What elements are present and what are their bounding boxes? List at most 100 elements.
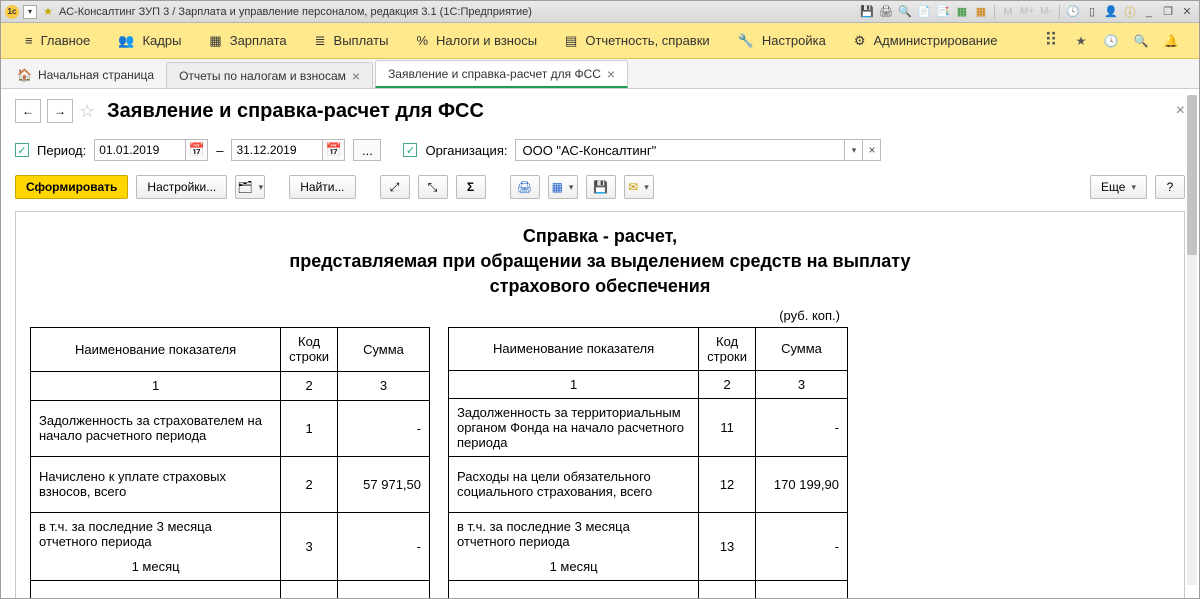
- info-icon[interactable]: ⓘ: [1122, 4, 1138, 20]
- menu-taxes[interactable]: % Налоги и взносы: [402, 23, 551, 58]
- forward-button[interactable]: →: [47, 99, 73, 123]
- apps-icon[interactable]: ⠿: [1041, 31, 1061, 51]
- table-cell: 4: [281, 580, 338, 598]
- copy-icon[interactable]: 📄: [916, 4, 932, 20]
- more-button[interactable]: Еще▾: [1090, 175, 1147, 199]
- period-picker-button[interactable]: ...: [353, 139, 381, 161]
- org-clear-icon[interactable]: ×: [863, 139, 881, 161]
- table-cell: -: [338, 580, 430, 598]
- variants-button[interactable]: 🗂▾: [235, 175, 265, 199]
- print-icon[interactable]: 🖨: [878, 4, 894, 20]
- user-icon[interactable]: 👤: [1103, 4, 1119, 20]
- report-units: (руб. коп.): [30, 308, 850, 323]
- period-checkbox[interactable]: ✓: [15, 143, 29, 157]
- menu-reports[interactable]: ▤Отчетность, справки: [551, 23, 724, 58]
- tab-reports[interactable]: Отчеты по налогам и взносам ×: [166, 62, 373, 88]
- date-from-input[interactable]: 01.01.2019: [94, 139, 186, 161]
- col-name: Наименование показателя: [31, 327, 281, 371]
- expand-button[interactable]: ⤢: [380, 175, 410, 199]
- menu-admin[interactable]: ⚙Администрирование: [840, 23, 1012, 58]
- report-table-right: Наименование показателя Код строки Сумма…: [448, 327, 848, 598]
- table-cell: 2 месяц: [449, 580, 699, 598]
- expand-icon: ⤢: [390, 180, 400, 195]
- menu-main[interactable]: ≡Главное: [11, 23, 104, 58]
- m-minus-icon[interactable]: M-: [1038, 4, 1054, 20]
- collapse-button[interactable]: ⤡: [418, 175, 448, 199]
- tab-close-icon[interactable]: ×: [352, 69, 360, 83]
- save-button[interactable]: 💾: [586, 175, 616, 199]
- sum-button[interactable]: Σ: [456, 175, 486, 199]
- org-checkbox[interactable]: ✓: [403, 143, 417, 157]
- col-sum: Сумма: [756, 327, 848, 370]
- report-area[interactable]: Справка - расчет, представляемая при обр…: [15, 211, 1185, 598]
- people-icon: 👥: [118, 33, 134, 49]
- calendar-to-icon[interactable]: 📅: [323, 139, 345, 161]
- table-cell: -: [756, 512, 848, 580]
- panel-icon[interactable]: ▯: [1084, 4, 1100, 20]
- tab-home[interactable]: 🏠 Начальная страница: [7, 62, 164, 88]
- menu-settings[interactable]: 🔧Настройка: [724, 23, 840, 58]
- compare-icon[interactable]: 📑: [935, 4, 951, 20]
- save-icon[interactable]: 💾: [859, 4, 875, 20]
- settings-button[interactable]: Настройки...: [136, 175, 227, 199]
- back-button[interactable]: ←: [15, 99, 41, 123]
- calc-icon[interactable]: ▦: [954, 4, 970, 20]
- menu-label: Зарплата: [230, 33, 287, 48]
- tab-close-icon[interactable]: ×: [607, 67, 615, 81]
- table-cell: 14: [699, 580, 756, 598]
- dropdown-icon[interactable]: ▾: [23, 5, 37, 19]
- help-button[interactable]: ?: [1155, 175, 1185, 199]
- favorites-icon[interactable]: ★: [1071, 31, 1091, 51]
- table-cell: -: [756, 398, 848, 456]
- scroll-thumb[interactable]: [1187, 95, 1197, 255]
- favorite-page-icon[interactable]: ☆: [79, 101, 95, 122]
- menu-salary[interactable]: ▦Зарплата: [195, 23, 300, 58]
- folder-icon: 🗂: [237, 180, 252, 194]
- form-button[interactable]: Сформировать: [15, 175, 128, 199]
- favorite-icon[interactable]: ★: [41, 5, 55, 19]
- clock-icon[interactable]: 🕓: [1065, 4, 1081, 20]
- date-to-input[interactable]: 31.12.2019: [231, 139, 323, 161]
- find-button[interactable]: Найти...: [289, 175, 355, 199]
- close-window-icon[interactable]: ✕: [1179, 4, 1195, 20]
- col-name: Наименование показателя: [449, 327, 699, 370]
- scrollbar[interactable]: [1187, 95, 1197, 585]
- dash: –: [216, 143, 223, 158]
- m-plus-icon[interactable]: M+: [1019, 4, 1035, 20]
- menu-payments[interactable]: ≣Выплаты: [301, 23, 403, 58]
- bell-icon[interactable]: 🔔: [1161, 31, 1181, 51]
- table-cell: 2: [281, 456, 338, 512]
- table-cell: 13: [699, 512, 756, 580]
- table-cell: Расходы на цели обязательного социальног…: [449, 456, 699, 512]
- tab-label: Отчеты по налогам и взносам: [179, 69, 346, 83]
- table-cell: в т.ч. за последние 3 месяца отчетного п…: [31, 512, 281, 580]
- menu-label: Налоги и взносы: [436, 33, 537, 48]
- table-cell: Начислено к уплате страховых взносов, вс…: [31, 456, 281, 512]
- logo-1c-icon: 1c: [5, 5, 19, 19]
- titlebar: 1c ▾ ★ АС-Консалтинг ЗУП 3 / Зарплата и …: [1, 1, 1199, 23]
- search-icon[interactable]: 🔍: [1131, 31, 1151, 51]
- percent-icon: %: [416, 33, 428, 48]
- menu-personnel[interactable]: 👥Кадры: [104, 23, 195, 58]
- table-icon: ▦: [552, 180, 563, 194]
- close-page-icon[interactable]: ×: [1176, 102, 1185, 120]
- m-icon[interactable]: M: [1000, 4, 1016, 20]
- organization-input[interactable]: ООО "АС-Консалтинг": [515, 139, 845, 161]
- toolbar: Сформировать Настройки... 🗂▾ Найти... ⤢ …: [15, 173, 1185, 201]
- calendar-from-icon[interactable]: 📅: [186, 139, 208, 161]
- print-button[interactable]: 🖨: [510, 175, 540, 199]
- table-cell: -: [338, 400, 430, 456]
- list-icon: ≣: [315, 33, 326, 49]
- history-icon[interactable]: 🕓: [1101, 31, 1121, 51]
- org-dropdown-icon[interactable]: ▾: [845, 139, 863, 161]
- calendar-icon[interactable]: ▦: [973, 4, 989, 20]
- tab-label: Заявление и справка-расчет для ФСС: [388, 67, 601, 81]
- restore-icon[interactable]: ❐: [1160, 4, 1176, 20]
- email-button[interactable]: ✉▾: [624, 175, 654, 199]
- minimize-icon[interactable]: _: [1141, 4, 1157, 20]
- table-cell: 12: [699, 456, 756, 512]
- tables-button[interactable]: ▦▾: [548, 175, 578, 199]
- preview-icon[interactable]: 🔍: [897, 4, 913, 20]
- tab-statement[interactable]: Заявление и справка-расчет для ФСС ×: [375, 60, 628, 88]
- table-cell: в т.ч. за последние 3 месяца отчетного п…: [449, 512, 699, 580]
